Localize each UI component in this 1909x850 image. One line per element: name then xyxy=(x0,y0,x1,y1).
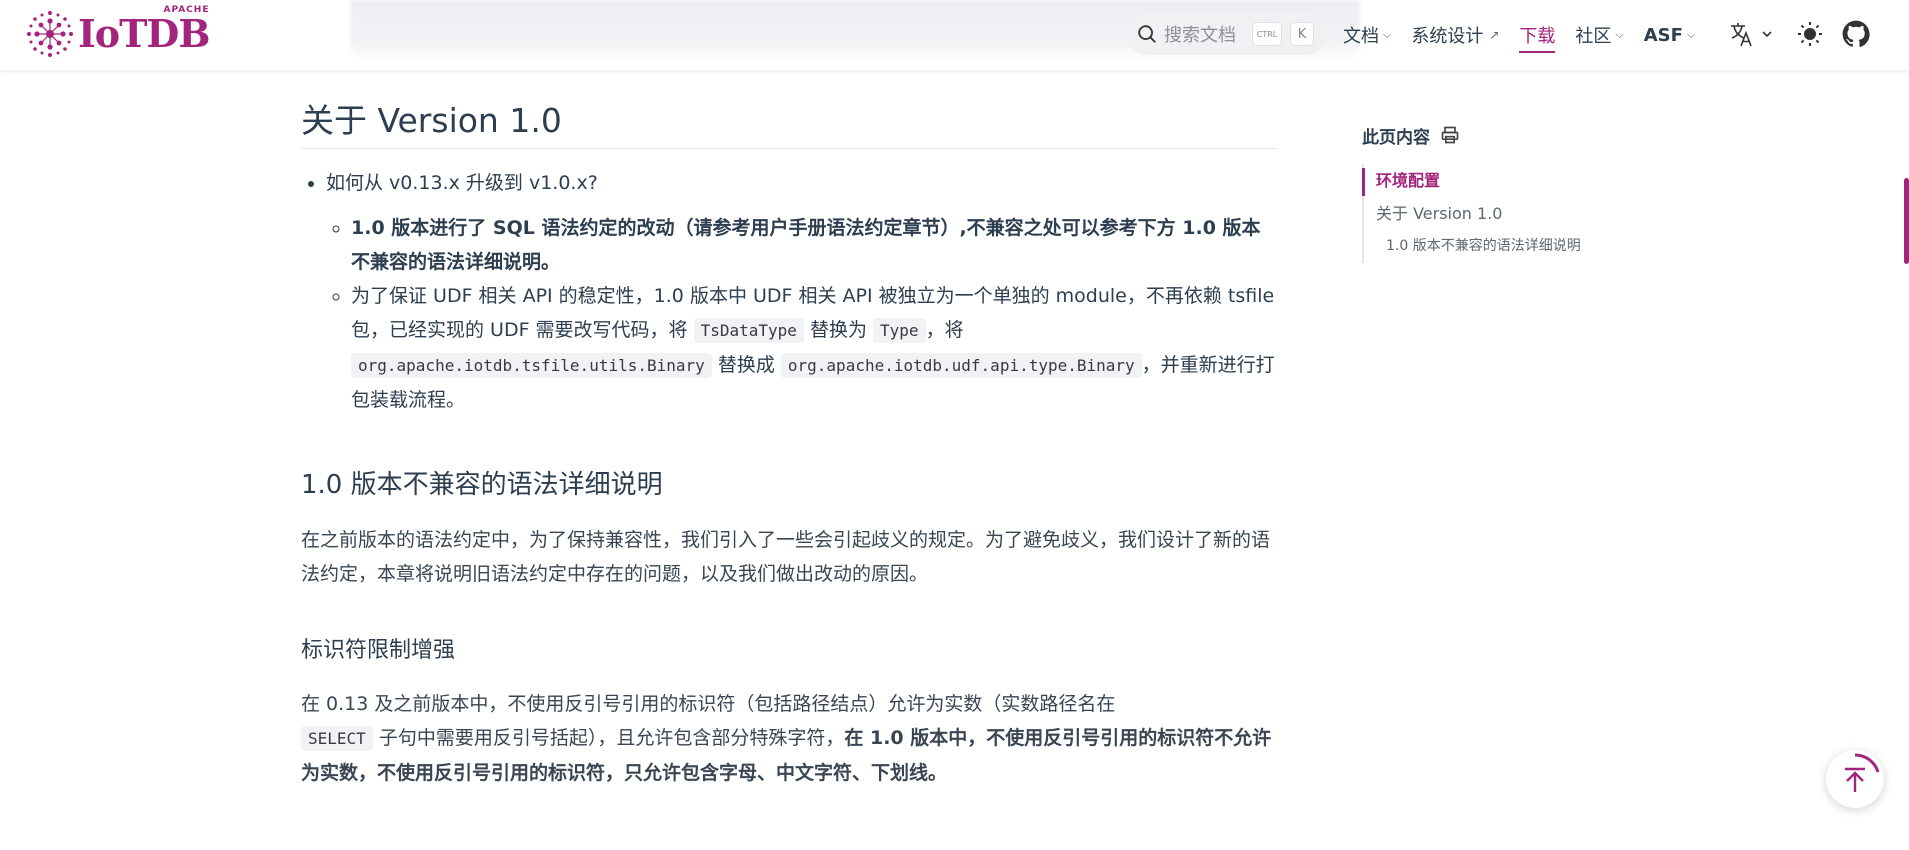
print-icon[interactable] xyxy=(1440,125,1460,145)
search-placeholder: 搜索文档 xyxy=(1164,25,1236,46)
paragraph-text: 在 0.13 及之前版本中，不使用反引号引用的标识符（包括路径结点）允许为实数（… xyxy=(301,693,1116,715)
logo-apache-label: APACHE xyxy=(163,5,210,15)
toc-item-version-1[interactable]: 关于 Version 1.0 xyxy=(1376,197,1662,230)
ctrl-key-hint: CTRL xyxy=(1252,22,1282,46)
table-of-contents: 此页内容 环境配置 关于 Version 1.0 1.0 版本不兼容的语法详细说… xyxy=(1362,118,1662,263)
section-heading: 1.0 版本不兼容的语法详细说明 xyxy=(301,470,663,500)
toc-title: 此页内容 xyxy=(1362,127,1430,148)
nav-item-system-design[interactable]: 系统设计 ↗ xyxy=(1411,0,1499,70)
subsection-heading: 标识符限制增强 xyxy=(301,638,456,663)
udf-note-text: 替换为 xyxy=(809,319,867,341)
udf-note-text: 替换成 xyxy=(717,354,775,376)
top-navbar: IoTDB APACHE 搜索文档 CTRL K 文档 ⌵ 系统设计 ↗ 下载 … xyxy=(0,0,1909,70)
inline-code: TsDataType xyxy=(693,318,804,343)
upgrade-question: 如何从 v0.13.x 升级到 v1.0.x? xyxy=(326,172,598,194)
nav-item-community[interactable]: 社区 ⌵ xyxy=(1575,0,1623,70)
udf-note-text: ，将 xyxy=(925,319,964,341)
search-icon xyxy=(1138,25,1156,43)
arrow-up-icon xyxy=(1845,753,1880,792)
page-title: 关于 Version 1.0 xyxy=(301,96,1276,149)
nav-item-docs[interactable]: 文档 ⌵ xyxy=(1343,0,1391,70)
github-link[interactable] xyxy=(1842,20,1870,52)
iotdb-logo[interactable]: IoTDB APACHE xyxy=(26,6,210,60)
inline-code: SELECT xyxy=(301,726,373,751)
theme-toggle[interactable] xyxy=(1796,20,1824,52)
nav-item-asf[interactable]: ASF ⌵ xyxy=(1644,0,1696,70)
list-item: 为了保证 UDF 相关 API 的稳定性，1.0 版本中 UDF 相关 API … xyxy=(351,279,1276,417)
upgrade-sublist: 1.0 版本进行了 SQL 语法约定的改动（请参考用户手册语法约定章节）,不兼容… xyxy=(326,211,1276,417)
toc-item-env-config[interactable]: 环境配置 xyxy=(1376,164,1662,197)
logo-text: IoTDB xyxy=(78,11,210,56)
scrollbar-thumb[interactable] xyxy=(1904,178,1909,264)
nav-item-community-label: 社区 xyxy=(1575,26,1612,47)
paragraph-text: 子句中需要用反引号括起），且允许包含部分特殊字符， xyxy=(378,727,845,749)
inline-code: Type xyxy=(873,318,926,343)
toc-list: 环境配置 关于 Version 1.0 1.0 版本不兼容的语法详细说明 xyxy=(1362,164,1662,263)
scrollbar[interactable] xyxy=(1903,70,1909,850)
toc-item-incompatible-syntax[interactable]: 1.0 版本不兼容的语法详细说明 xyxy=(1376,230,1662,263)
sql-syntax-change-note: 1.0 版本进行了 SQL 语法约定的改动（请参考用户手册语法约定章节）,不兼容… xyxy=(351,217,1261,273)
sun-icon xyxy=(1798,22,1822,46)
nav-item-download-label: 下载 xyxy=(1519,26,1556,47)
nav-item-system-design-label: 系统设计 xyxy=(1411,26,1484,47)
inline-code: org.apache.iotdb.tsfile.utils.Binary xyxy=(351,353,712,378)
toc-header: 此页内容 xyxy=(1362,118,1662,152)
chevron-down-icon: ⌵ xyxy=(1686,28,1696,41)
external-link-icon: ↗ xyxy=(1489,28,1500,42)
section-paragraph: 在之前版本的语法约定中，为了保持兼容性，我们引入了一些会引起歧义的规定。为了避免… xyxy=(301,529,1271,585)
identifier-paragraph: 在 0.13 及之前版本中，不使用反引号引用的标识符（包括路径结点）允许为实数（… xyxy=(301,687,1276,790)
translate-icon xyxy=(1731,23,1772,47)
inline-code: org.apache.iotdb.udf.api.type.Binary xyxy=(780,353,1142,378)
k-key-hint: K xyxy=(1290,22,1314,46)
nav-item-download[interactable]: 下载 xyxy=(1519,0,1556,70)
back-to-top-button[interactable] xyxy=(1826,750,1884,808)
nav-links: 文档 ⌵ 系统设计 ↗ 下载 社区 ⌵ ASF ⌵ xyxy=(1343,0,1715,70)
toc-active-marker xyxy=(1362,168,1365,196)
list-item: 如何从 v0.13.x 升级到 v1.0.x? 1.0 版本进行了 SQL 语法… xyxy=(326,167,1276,417)
upgrade-list: 如何从 v0.13.x 升级到 v1.0.x? 1.0 版本进行了 SQL 语法… xyxy=(301,167,1276,417)
chevron-down-icon: ⌵ xyxy=(1383,28,1392,41)
chevron-down-icon: ⌵ xyxy=(1615,28,1624,41)
list-item: 1.0 版本进行了 SQL 语法约定的改动（请参考用户手册语法约定章节）,不兼容… xyxy=(351,211,1276,279)
nav-item-asf-label: ASF xyxy=(1643,24,1683,46)
github-icon xyxy=(1842,20,1870,47)
nav-item-docs-label: 文档 xyxy=(1343,26,1379,47)
logo-wordmark: IoTDB APACHE xyxy=(78,6,210,53)
search-box[interactable]: 搜索文档 CTRL K xyxy=(1126,13,1327,55)
main-content: 关于 Version 1.0 如何从 v0.13.x 升级到 v1.0.x? 1… xyxy=(301,96,1276,790)
iotdb-logo-icon xyxy=(27,11,73,57)
language-switcher[interactable] xyxy=(1729,20,1777,54)
